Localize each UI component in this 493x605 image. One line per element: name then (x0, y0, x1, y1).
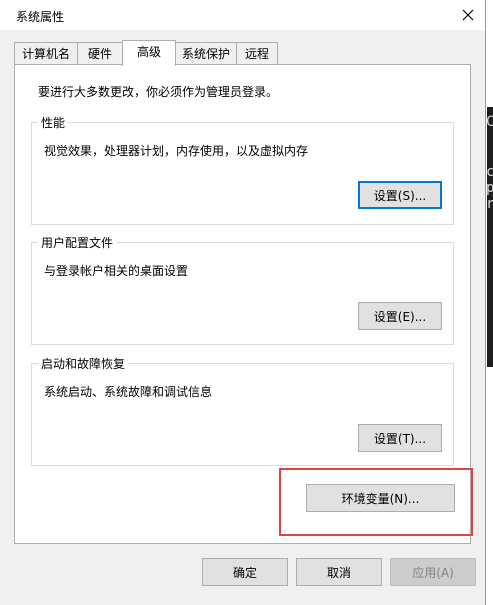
user-profiles-settings-button[interactable]: 设置(E)... (358, 302, 442, 330)
tab-computer-name[interactable]: 计算机名 (14, 42, 78, 64)
startup-recovery-group-title: 启动和故障恢复 (38, 355, 129, 372)
ok-button[interactable]: 确定 (202, 558, 288, 586)
background-terminal (487, 107, 493, 367)
system-properties-dialog: 系统属性 计算机名 硬件 高级 系统保护 远程 要进行大多数更改，你必须作为管理… (0, 0, 486, 605)
background-terminal-char: C (486, 354, 493, 370)
apply-button[interactable]: 应用(A) (390, 558, 476, 586)
admin-notice: 要进行大多数更改，你必须作为管理员登录。 (38, 85, 279, 99)
performance-group-title: 性能 (38, 114, 69, 131)
background-terminal-char: c (486, 164, 493, 180)
environment-variables-button[interactable]: 环境变量(N)... (306, 484, 455, 512)
tab-advanced[interactable]: 高级 (122, 40, 176, 66)
background-terminal-char: p (486, 180, 493, 196)
close-button[interactable] (455, 2, 481, 28)
user-profiles-group: 用户配置文件 与登录帐户相关的桌面设置 设置(E)... (31, 234, 454, 345)
background-terminal-char: r (486, 196, 493, 212)
performance-group: 性能 视觉效果，处理器计划，内存使用，以及虚拟内存 设置(S)... (31, 114, 454, 225)
startup-recovery-description: 系统启动、系统故障和调试信息 (44, 385, 213, 399)
performance-description: 视觉效果，处理器计划，内存使用，以及虚拟内存 (44, 144, 309, 158)
title-bar: 系统属性 (0, 0, 485, 30)
startup-recovery-settings-button[interactable]: 设置(T)... (358, 424, 442, 452)
background-terminal-char: C (486, 114, 493, 130)
user-profiles-group-title: 用户配置文件 (38, 234, 117, 251)
tab-hardware[interactable]: 硬件 (77, 42, 123, 64)
startup-recovery-group: 启动和故障恢复 系统启动、系统故障和调试信息 设置(T)... (31, 355, 454, 466)
tab-system-protection[interactable]: 系统保护 (175, 42, 237, 64)
window-title: 系统属性 (16, 10, 65, 24)
advanced-tab-panel: 要进行大多数更改，你必须作为管理员登录。 性能 视觉效果，处理器计划，内存使用，… (14, 64, 471, 544)
performance-settings-button[interactable]: 设置(S)... (358, 181, 442, 209)
tab-remote[interactable]: 远程 (236, 42, 278, 64)
cancel-button[interactable]: 取消 (296, 558, 382, 586)
close-icon (462, 9, 474, 21)
user-profiles-description: 与登录帐户相关的桌面设置 (44, 264, 189, 278)
